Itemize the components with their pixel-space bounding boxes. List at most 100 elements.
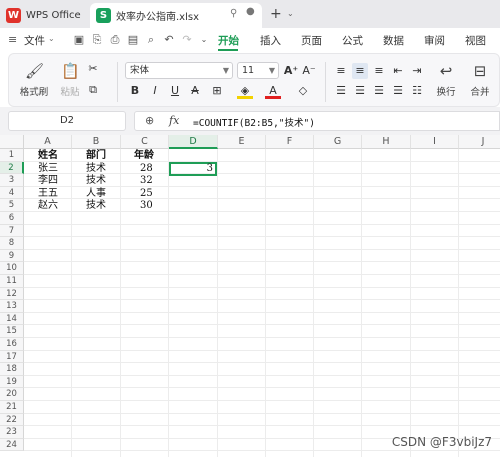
- menu-view[interactable]: 视图: [465, 33, 486, 48]
- borders-icon[interactable]: ⊞: [209, 83, 225, 99]
- column-header[interactable]: I: [411, 135, 459, 149]
- italic-icon[interactable]: I: [147, 83, 163, 99]
- underline-icon[interactable]: U: [167, 83, 183, 99]
- selected-cell-d2[interactable]: 3: [169, 162, 217, 176]
- row-header[interactable]: 8: [0, 237, 24, 250]
- cell-b3[interactable]: 技术: [86, 175, 106, 188]
- hamburger-icon[interactable]: ≡: [8, 33, 17, 46]
- name-box[interactable]: D2: [8, 111, 126, 131]
- copy-icon[interactable]: ⧉: [85, 82, 101, 98]
- clear-format-icon[interactable]: ◇: [295, 83, 311, 99]
- save-icon[interactable]: ▣: [72, 33, 86, 47]
- row-header[interactable]: 15: [0, 325, 24, 338]
- font-color-icon[interactable]: A: [265, 83, 281, 99]
- align-right-icon[interactable]: ☰: [371, 83, 387, 99]
- row-header[interactable]: 20: [0, 388, 24, 401]
- select-all-corner[interactable]: [0, 135, 24, 149]
- menu-formula[interactable]: 公式: [342, 33, 363, 48]
- column-header[interactable]: J: [459, 135, 500, 149]
- row-header[interactable]: 22: [0, 413, 24, 427]
- menu-file[interactable]: 文件: [24, 33, 45, 48]
- export-icon[interactable]: ⎘: [90, 33, 104, 47]
- redo-icon[interactable]: ↷: [180, 33, 194, 47]
- cell-b4[interactable]: 人事: [86, 188, 106, 201]
- cut-icon[interactable]: ✂: [85, 61, 101, 77]
- formula-input[interactable]: ⊕ fx =COUNTIF(B2:B5,"技术"): [134, 111, 500, 131]
- tab-dot-icon[interactable]: ●: [246, 6, 255, 17]
- cell-a1[interactable]: 姓名: [38, 150, 58, 163]
- cell-a4[interactable]: 王五: [38, 188, 58, 201]
- distribute-icon[interactable]: ☷: [409, 83, 425, 99]
- cell-c2[interactable]: 28: [140, 163, 153, 176]
- zoom-search-icon[interactable]: ⊕: [145, 114, 154, 127]
- row-header[interactable]: 10: [0, 262, 24, 275]
- cell-c4[interactable]: 25: [140, 188, 153, 201]
- cell-c3[interactable]: 32: [140, 175, 153, 188]
- wps-home-tab[interactable]: W WPS Office: [6, 3, 86, 28]
- cell-a5[interactable]: 赵六: [38, 200, 58, 213]
- print-preview-icon[interactable]: ▤: [126, 33, 140, 47]
- row-header[interactable]: 6: [0, 212, 24, 225]
- print-icon[interactable]: ⎙: [108, 33, 122, 47]
- undo-icon[interactable]: ↶: [162, 33, 176, 47]
- bold-icon[interactable]: B: [127, 83, 143, 99]
- column-header[interactable]: H: [362, 135, 411, 149]
- cell-a2[interactable]: 张三: [38, 163, 58, 176]
- menu-data[interactable]: 数据: [383, 33, 404, 48]
- justify-icon[interactable]: ☰: [390, 83, 406, 99]
- align-middle-icon[interactable]: ≡: [352, 63, 368, 79]
- column-header[interactable]: E: [218, 135, 266, 149]
- row-header[interactable]: 11: [0, 275, 24, 288]
- row-header[interactable]: 13: [0, 300, 24, 313]
- row-header[interactable]: 3: [0, 174, 24, 187]
- row-header[interactable]: 9: [0, 249, 24, 263]
- column-header[interactable]: D: [169, 135, 218, 149]
- find-icon[interactable]: ⌕: [144, 33, 158, 47]
- cell-a3[interactable]: 李四: [38, 175, 58, 188]
- cell-c5[interactable]: 30: [140, 200, 153, 213]
- menu-start[interactable]: 开始: [218, 33, 239, 48]
- column-header[interactable]: G: [314, 135, 362, 149]
- paste-button[interactable]: 📋 粘贴: [55, 62, 85, 98]
- new-tab-icon[interactable]: +: [270, 6, 282, 22]
- quick-access-chevron-icon[interactable]: ⌄: [197, 33, 211, 47]
- align-top-icon[interactable]: ≡: [333, 63, 349, 79]
- pin-icon[interactable]: ⚲: [230, 8, 237, 19]
- decrease-indent-icon[interactable]: ⇤: [390, 63, 406, 79]
- merge-cells-button[interactable]: ⊟ 合并: [465, 62, 495, 98]
- row-header[interactable]: 7: [0, 224, 24, 238]
- menu-insert[interactable]: 插入: [260, 33, 281, 48]
- font-size-select[interactable]: 11 ▼: [237, 62, 279, 79]
- menu-review[interactable]: 审阅: [424, 33, 445, 48]
- align-left-icon[interactable]: ☰: [333, 83, 349, 99]
- row-header[interactable]: 5: [0, 199, 24, 212]
- decrease-font-icon[interactable]: A⁻: [301, 63, 317, 79]
- wrap-text-button[interactable]: ↩ 换行: [433, 62, 459, 98]
- cell-c1[interactable]: 年龄: [134, 150, 154, 163]
- fill-color-icon[interactable]: ◈: [237, 83, 253, 99]
- cell-b2[interactable]: 技术: [86, 163, 106, 176]
- menu-page[interactable]: 页面: [301, 33, 322, 48]
- row-header[interactable]: 19: [0, 375, 24, 389]
- row-header[interactable]: 12: [0, 287, 24, 301]
- increase-font-icon[interactable]: A⁺: [283, 63, 299, 79]
- row-header[interactable]: 16: [0, 338, 24, 351]
- row-header[interactable]: 18: [0, 363, 24, 376]
- column-header[interactable]: B: [72, 135, 121, 149]
- font-name-select[interactable]: 宋体 ▼: [125, 62, 233, 79]
- increase-indent-icon[interactable]: ⇥: [409, 63, 425, 79]
- cell-b1[interactable]: 部门: [86, 150, 106, 163]
- column-header[interactable]: A: [24, 135, 72, 149]
- fx-icon[interactable]: fx: [169, 114, 179, 127]
- tab-list-chevron-icon[interactable]: ⌄: [287, 9, 294, 18]
- strikethrough-icon[interactable]: A: [187, 83, 203, 99]
- file-menu-chevron-icon[interactable]: ⌄: [48, 34, 55, 43]
- align-center-icon[interactable]: ☰: [352, 83, 368, 99]
- row-header[interactable]: 4: [0, 186, 24, 200]
- spreadsheet-grid[interactable]: ABCDEFGHIJ 1 2 3 4 5 6 7 8 9 10 11 12 13 14 15 16 17 18 19…: [0, 135, 500, 457]
- row-header[interactable]: 2: [0, 161, 24, 175]
- document-tab[interactable]: S 效率办公指南.xlsx ⚲ ●: [90, 3, 262, 28]
- format-painter-button[interactable]: 🖌 格式刷: [19, 62, 49, 98]
- row-header[interactable]: 21: [0, 401, 24, 414]
- row-header[interactable]: 23: [0, 426, 24, 439]
